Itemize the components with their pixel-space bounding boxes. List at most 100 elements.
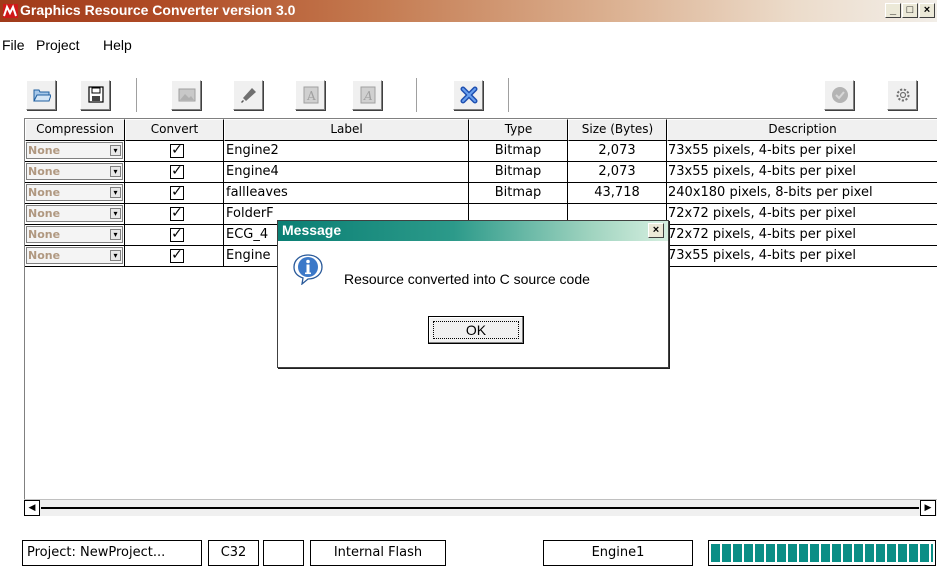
column-header-type[interactable]: Type	[469, 119, 568, 141]
chevron-down-icon[interactable]: ▾	[110, 250, 121, 261]
toolbar-separator	[508, 78, 510, 112]
compression-select[interactable]: None ▾	[26, 205, 123, 222]
compression-value: None	[28, 186, 61, 199]
column-header-description[interactable]: Description	[667, 119, 937, 141]
scroll-track[interactable]	[41, 507, 919, 509]
status-resource: Engine1	[543, 540, 693, 566]
compression-select[interactable]: None ▾	[26, 247, 123, 264]
compression-select[interactable]: None ▾	[26, 184, 123, 201]
dialog-title: Message	[282, 222, 342, 238]
column-header-size[interactable]: Size (Bytes)	[568, 119, 667, 141]
app-window: Graphics Resource Converter version 3.0 …	[0, 0, 937, 577]
window-title: Graphics Resource Converter version 3.0	[20, 2, 296, 18]
menu-file[interactable]: File	[2, 37, 25, 53]
type-cell: Bitmap	[469, 162, 568, 183]
chevron-down-icon[interactable]: ▾	[110, 166, 121, 177]
table-row[interactable]: None ▾ ✓ Engine2 Bitmap 2,073 73x55 pixe…	[25, 141, 937, 162]
compression-cell: None ▾	[25, 246, 125, 267]
convert-checkbox[interactable]: ✓	[170, 164, 184, 179]
column-header-label[interactable]: Label	[224, 119, 469, 141]
compression-value: None	[28, 207, 61, 220]
settings-icon	[896, 88, 910, 102]
convert-cell: ✓	[125, 162, 224, 183]
chevron-down-icon[interactable]: ▾	[110, 208, 121, 219]
convert-button[interactable]	[824, 80, 854, 110]
message-dialog: Message × Resource converted into C sour…	[277, 220, 669, 368]
font-button[interactable]: A	[295, 80, 325, 110]
toolbar-separator	[136, 78, 138, 112]
ok-button[interactable]: OK	[428, 316, 524, 344]
toolbar-separator	[416, 78, 418, 112]
app-logo-icon	[3, 4, 18, 18]
chevron-down-icon[interactable]: ▾	[110, 145, 121, 156]
check-circle-icon	[832, 87, 848, 103]
status-memory: Internal Flash	[310, 540, 446, 566]
convert-checkbox[interactable]: ✓	[170, 143, 184, 158]
table-row[interactable]: None ▾ ✓ Engine4 Bitmap 2,073 73x55 pixe…	[25, 162, 937, 183]
compression-select[interactable]: None ▾	[26, 142, 123, 159]
svg-text:A: A	[363, 89, 373, 103]
font-edit-icon: A	[360, 86, 376, 104]
open-folder-icon	[33, 89, 51, 102]
description-cell: 72x72 pixels, 4-bits per pixel	[667, 225, 937, 246]
convert-cell: ✓	[125, 225, 224, 246]
table-row[interactable]: None ▾ ✓ fallleaves Bitmap 43,718 240x18…	[25, 183, 937, 204]
description-cell: 240x180 pixels, 8-bits per pixel	[667, 183, 937, 204]
menu-help[interactable]: Help	[103, 37, 132, 53]
conversion-progress-bar	[708, 540, 936, 566]
size-cell: 2,073	[568, 141, 667, 162]
column-header-convert[interactable]: Convert	[125, 119, 224, 141]
compression-select[interactable]: None ▾	[26, 163, 123, 180]
menu-project[interactable]: Project	[36, 37, 80, 53]
open-button[interactable]	[26, 80, 56, 110]
title-bar[interactable]: Graphics Resource Converter version 3.0 …	[0, 0, 937, 22]
convert-cell: ✓	[125, 141, 224, 162]
compression-value: None	[28, 228, 61, 241]
chevron-down-icon[interactable]: ▾	[110, 187, 121, 198]
save-icon	[88, 86, 104, 103]
scroll-left-button[interactable]: ◀	[24, 500, 40, 516]
compression-value: None	[28, 165, 61, 178]
image-icon	[178, 88, 196, 102]
compression-cell: None ▾	[25, 225, 125, 246]
compression-cell: None ▾	[25, 162, 125, 183]
label-cell[interactable]: Engine4	[224, 162, 469, 183]
compression-cell: None ▾	[25, 183, 125, 204]
compression-value: None	[28, 144, 61, 157]
horizontal-scrollbar[interactable]: ◀ ▶	[24, 499, 937, 516]
svg-text:A: A	[306, 89, 316, 103]
description-cell: 73x55 pixels, 4-bits per pixel	[667, 162, 937, 183]
column-header-compression[interactable]: Compression	[25, 119, 125, 141]
brush-button[interactable]	[233, 80, 263, 110]
description-cell: 73x55 pixels, 4-bits per pixel	[667, 246, 937, 267]
dialog-close-button[interactable]: ×	[648, 223, 664, 238]
compression-select[interactable]: None ▾	[26, 226, 123, 243]
convert-cell: ✓	[125, 183, 224, 204]
delete-icon	[460, 86, 478, 104]
size-cell: 2,073	[568, 162, 667, 183]
font-icon: A	[303, 86, 319, 104]
dialog-title-bar[interactable]: Message ×	[278, 221, 668, 241]
convert-checkbox[interactable]: ✓	[170, 206, 184, 221]
settings-button[interactable]	[887, 80, 917, 110]
save-button[interactable]	[80, 80, 110, 110]
description-cell: 73x55 pixels, 4-bits per pixel	[667, 141, 937, 162]
menu-bar: File Project Help	[0, 33, 937, 55]
compression-value: None	[28, 249, 61, 262]
delete-button[interactable]	[453, 80, 483, 110]
label-cell[interactable]: Engine2	[224, 141, 469, 162]
compression-cell: None ▾	[25, 204, 125, 225]
maximize-button[interactable]: □	[902, 3, 918, 18]
close-button[interactable]: ×	[919, 3, 935, 18]
convert-checkbox[interactable]: ✓	[170, 248, 184, 263]
chevron-down-icon[interactable]: ▾	[110, 229, 121, 240]
add-image-button[interactable]	[171, 80, 201, 110]
convert-checkbox[interactable]: ✓	[170, 227, 184, 242]
brush-icon	[241, 88, 256, 103]
ok-button-label: OK	[433, 321, 519, 339]
scroll-right-button[interactable]: ▶	[920, 500, 936, 516]
font-edit-button[interactable]: A	[352, 80, 382, 110]
convert-checkbox[interactable]: ✓	[170, 185, 184, 200]
minimize-button[interactable]: _	[885, 3, 901, 18]
label-cell[interactable]: fallleaves	[224, 183, 469, 204]
